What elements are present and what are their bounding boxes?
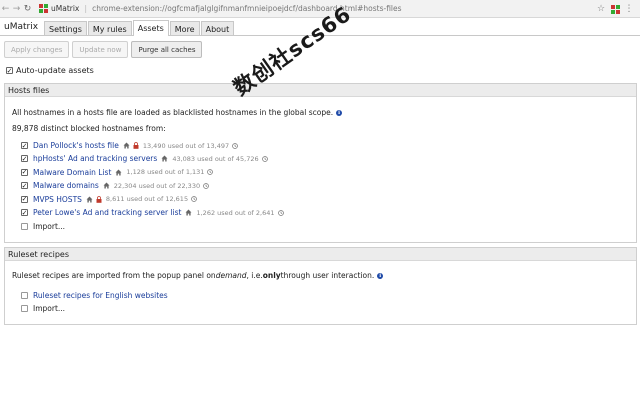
clock-icon[interactable] [191, 196, 197, 202]
recipes-intro-strong: only [262, 271, 281, 280]
hosts-list-item: ✓ Malware domains 22,304 used out of 22,33… [21, 181, 209, 190]
asset-toolbar: Apply changes Update now Purge all cache… [4, 41, 205, 58]
recipe-checkbox[interactable] [21, 292, 28, 299]
hosts-item-link[interactable]: Dan Pollock's hosts file [33, 141, 119, 150]
hosts-list-item: ✓ MVPS HOSTS 8,611 used out of 12,615 [21, 195, 197, 204]
info-icon[interactable]: i [336, 109, 343, 116]
auto-update-label: Auto-update assets [16, 66, 94, 75]
hosts-import-row: Import... [21, 222, 65, 231]
hosts-files-title: Hosts files [5, 84, 636, 97]
recipes-intro-after: through user interaction. [280, 271, 375, 280]
tab-settings[interactable]: Settings [44, 21, 87, 35]
hosts-item-usage: 13,490 used out of 13,497 [142, 141, 230, 150]
purge-caches-button[interactable]: Purge all caches [131, 41, 203, 58]
update-now-button[interactable]: Update now [72, 41, 129, 58]
site-name: uMatrix [51, 4, 80, 13]
back-icon[interactable]: ← [0, 2, 11, 16]
home-icon[interactable] [185, 209, 192, 216]
hosts-item-usage: 1,262 used out of 2,641 [196, 208, 275, 217]
forward-icon[interactable]: → [11, 2, 22, 16]
hosts-intro-text: All hostnames in a hosts file are loaded… [12, 108, 334, 117]
recipe-link[interactable]: Ruleset recipes for English websites [33, 291, 168, 300]
info-icon[interactable]: i [377, 272, 384, 279]
hosts-import-label[interactable]: Import... [33, 222, 65, 231]
home-icon[interactable] [161, 155, 168, 162]
hosts-item-checkbox[interactable]: ✓ [21, 195, 28, 203]
recipes-import-checkbox[interactable] [21, 305, 28, 312]
address-bar[interactable]: chrome-extension://ogfcmafjalglgifnmanfm… [92, 4, 401, 13]
hosts-list-item: ✓ Peter Lowe's Ad and tracking server lis… [21, 208, 284, 217]
clock-icon[interactable] [232, 142, 238, 149]
recipes-import-label[interactable]: Import... [33, 304, 65, 313]
ruleset-recipes-panel: Ruleset recipes Ruleset recipes are impo… [4, 247, 637, 325]
hosts-files-panel: Hosts files All hostnames in a hosts fil… [4, 83, 637, 243]
app-title: uMatrix [4, 22, 39, 32]
hosts-list-item: ✓ Dan Pollock's hosts file 13,490 used out… [21, 141, 238, 150]
tab-assets[interactable]: Assets [132, 20, 169, 36]
tab-about[interactable]: About [200, 21, 235, 35]
clock-icon[interactable] [277, 209, 284, 216]
star-icon[interactable]: ☆ [594, 2, 608, 16]
recipe-row: Ruleset recipes for English websites [21, 291, 168, 300]
lock-icon [133, 142, 139, 149]
hosts-item-checkbox[interactable]: ✓ [21, 209, 28, 216]
extension-icon[interactable] [608, 2, 622, 16]
auto-update-option: ✓ Auto-update assets [6, 66, 94, 75]
menu-icon[interactable]: ⋮ [622, 2, 636, 16]
hosts-intro: All hostnames in a hosts file are loaded… [12, 108, 343, 117]
hosts-item-checkbox[interactable]: ✓ [21, 182, 28, 190]
apply-changes-button[interactable]: Apply changes [4, 41, 70, 58]
umatrix-logo-icon [39, 4, 48, 13]
hosts-item-usage: 8,611 used out of 12,615 [105, 195, 189, 204]
home-icon[interactable] [115, 169, 122, 176]
clock-icon[interactable] [203, 182, 209, 189]
tab-more[interactable]: More [169, 21, 200, 35]
hosts-count: 89,878 distinct blocked hostnames from: [12, 124, 166, 133]
hosts-list-item: ✓ hpHosts' Ad and tracking servers 43,083 … [21, 154, 268, 163]
hosts-item-checkbox[interactable]: ✓ [21, 168, 28, 176]
hosts-item-link[interactable]: Malware Domain List [33, 168, 111, 177]
hosts-list-item: ✓ Malware Domain List 1,128 used out of 1,… [21, 168, 214, 177]
tab-my-rules[interactable]: My rules [87, 21, 132, 35]
recipes-title: Ruleset recipes [5, 248, 636, 261]
hosts-item-link[interactable]: hpHosts' Ad and tracking servers [33, 154, 157, 163]
recipes-intro-em: demand [215, 271, 247, 280]
hosts-item-usage: 1,128 used out of 1,131 [126, 168, 205, 177]
url-separator: | [84, 4, 88, 13]
recipes-intro: Ruleset recipes are imported from the po… [12, 271, 384, 280]
hosts-item-usage: 22,304 used out of 22,330 [113, 181, 201, 190]
auto-update-checkbox[interactable]: ✓ [6, 67, 13, 74]
hosts-import-checkbox[interactable] [21, 223, 28, 230]
hosts-item-link[interactable]: Malware domains [33, 181, 99, 190]
reload-icon[interactable]: ↻ [22, 2, 33, 16]
clock-icon[interactable] [261, 156, 268, 162]
home-icon[interactable] [123, 142, 130, 149]
hosts-item-link[interactable]: Peter Lowe's Ad and tracking server list [33, 208, 181, 217]
recipes-intro-before: Ruleset recipes are imported from the po… [12, 271, 216, 280]
recipes-import-row: Import... [21, 304, 65, 313]
hosts-item-usage: 43,083 used out of 45,726 [172, 154, 259, 163]
hosts-item-checkbox[interactable]: ✓ [21, 142, 28, 149]
lock-icon [96, 195, 102, 203]
clock-icon[interactable] [207, 169, 214, 176]
hosts-item-checkbox[interactable]: ✓ [21, 155, 28, 163]
home-icon[interactable] [103, 182, 110, 189]
home-icon[interactable] [86, 196, 93, 203]
recipes-intro-mid: , i.e. [246, 271, 263, 280]
hosts-item-link[interactable]: MVPS HOSTS [33, 195, 82, 204]
